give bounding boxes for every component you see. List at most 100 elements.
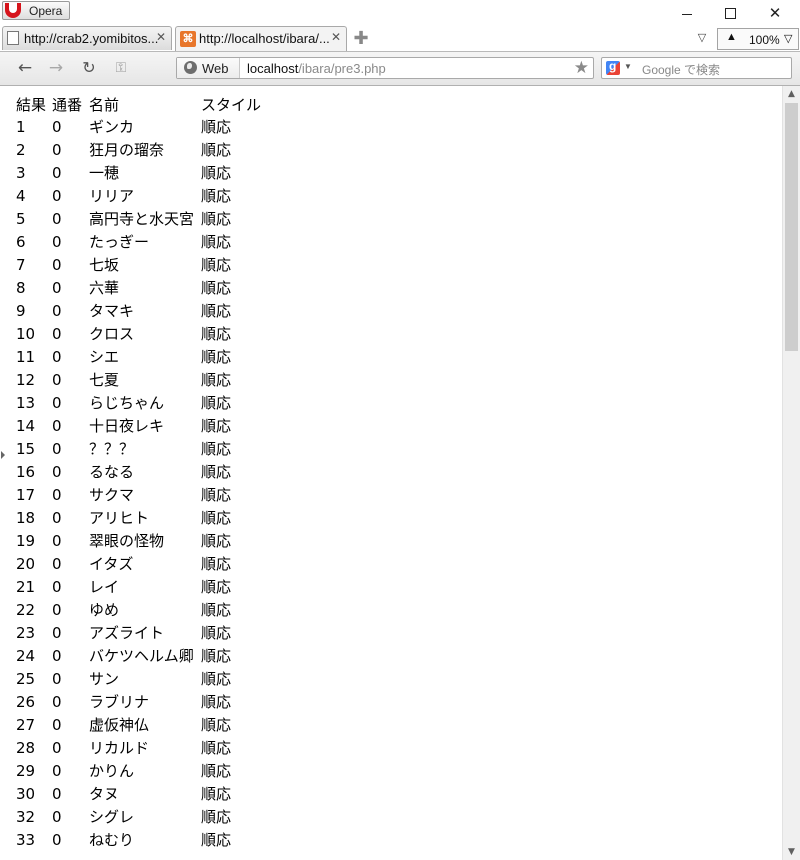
navigation-toolbar: ← → ↻ ⚿ Web localhost/ibara/pre3.php ★ ▼… (0, 52, 800, 86)
cell-style: 順応 (201, 716, 232, 734)
minimize-icon[interactable] (674, 3, 700, 23)
cell-result: 27 (16, 716, 36, 734)
cell-serial: 0 (52, 256, 62, 274)
cell-serial: 0 (52, 555, 62, 573)
zoom-dropdown-icon[interactable]: ▽ (784, 32, 792, 45)
web-badge-label: Web (202, 61, 229, 76)
tab-crab2[interactable]: http://crab2.yomibitos... ✕ (2, 26, 172, 50)
cell-serial: 0 (52, 647, 62, 665)
table-row: 9 0 タマキ 順応 (14, 300, 261, 323)
cell-result: 3 (16, 164, 26, 182)
opera-logo-icon (5, 3, 21, 18)
url-text[interactable]: localhost/ibara/pre3.php (247, 61, 386, 76)
tab-localhost-active[interactable]: ⌘ http://localhost/ibara/... ✕ (175, 26, 347, 51)
table-row: 8 0 六華 順応 (14, 277, 261, 300)
cell-style: 順応 (201, 187, 232, 205)
cell-name: ゆめ (89, 601, 120, 619)
reload-icon[interactable]: ↻ (78, 58, 100, 78)
cell-result: 13 (16, 394, 36, 412)
window-close-icon[interactable]: ✕ (762, 3, 788, 23)
cell-style: 順応 (201, 302, 232, 320)
scroll-down-icon[interactable]: ▼ (783, 844, 800, 860)
cell-serial: 0 (52, 486, 62, 504)
cell-name: 六華 (89, 279, 120, 297)
table-row: 28 0 リカルド 順応 (14, 737, 261, 760)
tab-title: http://localhost/ibara/... (199, 31, 330, 46)
cell-style: 順応 (201, 394, 232, 412)
cell-result: 8 (16, 279, 26, 297)
table-row: 14 0 十日夜レキ 順応 (14, 415, 261, 438)
cell-style: 順応 (201, 256, 232, 274)
cell-name: ラブリナ (89, 693, 150, 711)
cell-style: 順応 (201, 647, 232, 665)
cell-name: タマキ (89, 302, 135, 320)
scroll-thumb[interactable] (785, 103, 798, 351)
zoom-in-icon[interactable]: ▲ (726, 31, 737, 43)
cell-name: 七夏 (89, 371, 120, 389)
text-cursor-marker (1, 451, 5, 459)
cell-style: 順応 (201, 624, 232, 642)
wand-key-icon[interactable]: ⚿ (110, 58, 132, 78)
table-row: 33 0 ねむり 順応 (14, 829, 261, 852)
table-row: 27 0 虚仮神仏 順応 (14, 714, 261, 737)
cell-result: 29 (16, 762, 36, 780)
table-row: 10 0 クロス 順応 (14, 323, 261, 346)
cell-style: 順応 (201, 808, 232, 826)
table-row: 16 0 るなる 順応 (14, 461, 261, 484)
opera-menu-button[interactable]: Opera (2, 1, 70, 20)
xampp-favicon-icon: ⌘ (180, 31, 196, 47)
cell-serial: 0 (52, 187, 62, 205)
back-icon[interactable]: ← (14, 58, 36, 78)
table-row: 30 0 タヌ 順応 (14, 783, 261, 806)
cell-style: 順応 (201, 233, 232, 251)
table-row: 24 0 バケツヘルム卿 順応 (14, 645, 261, 668)
tab-title: http://crab2.yomibitos... (24, 31, 159, 46)
table-body: 1 0 ギンカ 順応 2 0 狂月の瑠奈 順応 3 0 一穂 順応 4 0 リリア 順応 5 0 高円寺と水天宮 順応… (14, 116, 261, 852)
vertical-scrollbar[interactable]: ▲ ▼ (782, 86, 800, 860)
cell-result: 6 (16, 233, 26, 251)
cell-style: 順応 (201, 693, 232, 711)
table-header-row: 結果 通番 名前 スタイル (14, 94, 261, 116)
url-host: localhost (247, 61, 299, 76)
search-field[interactable]: ▼ Google で検索 (601, 57, 792, 79)
cell-style: 順応 (201, 371, 232, 389)
table-row: 22 0 ゆめ 順応 (14, 599, 261, 622)
cell-serial: 0 (52, 509, 62, 527)
cell-result: 1 (16, 118, 26, 136)
search-engine-dropdown-icon[interactable]: ▼ (624, 62, 632, 71)
maximize-icon[interactable] (717, 3, 743, 23)
new-tab-icon[interactable]: ✚ (352, 30, 370, 48)
cell-serial: 0 (52, 578, 62, 596)
table-row: 12 0 七夏 順応 (14, 369, 261, 392)
cell-name: サクマ (89, 486, 135, 504)
cell-name: 虚仮神仏 (89, 716, 150, 734)
cell-result: 25 (16, 670, 36, 688)
address-bar[interactable]: Web localhost/ibara/pre3.php ★ (176, 57, 594, 79)
cell-serial: 0 (52, 325, 62, 343)
cell-style: 順応 (201, 785, 232, 803)
forward-icon[interactable]: → (45, 58, 67, 78)
cell-style: 順応 (201, 578, 232, 596)
scroll-up-icon[interactable]: ▲ (783, 86, 800, 102)
zoom-control[interactable]: ▲ 100% ▽ (717, 28, 799, 50)
cell-style: 順応 (201, 555, 232, 573)
url-path: /ibara/pre3.php (298, 61, 386, 76)
google-icon[interactable] (606, 59, 620, 75)
tab-close-icon[interactable]: ✕ (331, 30, 341, 44)
cell-name: リカルド (89, 739, 150, 757)
cell-style: 順応 (201, 739, 232, 757)
cell-result: 5 (16, 210, 26, 228)
cell-result: 9 (16, 302, 26, 320)
cell-name: 高円寺と水天宮 (89, 210, 195, 228)
bookmark-star-icon[interactable]: ★ (574, 58, 589, 78)
cell-result: 10 (16, 325, 36, 343)
cell-result: 26 (16, 693, 36, 711)
cell-result: 32 (16, 808, 36, 826)
table-row: 20 0 イタズ 順応 (14, 553, 261, 576)
tab-close-icon[interactable]: ✕ (156, 30, 166, 44)
web-security-badge[interactable]: Web (177, 58, 240, 78)
tab-list-dropdown-icon[interactable]: ▽ (694, 30, 710, 46)
cell-name: タヌ (89, 785, 120, 803)
cell-serial: 0 (52, 371, 62, 389)
cell-serial: 0 (52, 831, 62, 849)
